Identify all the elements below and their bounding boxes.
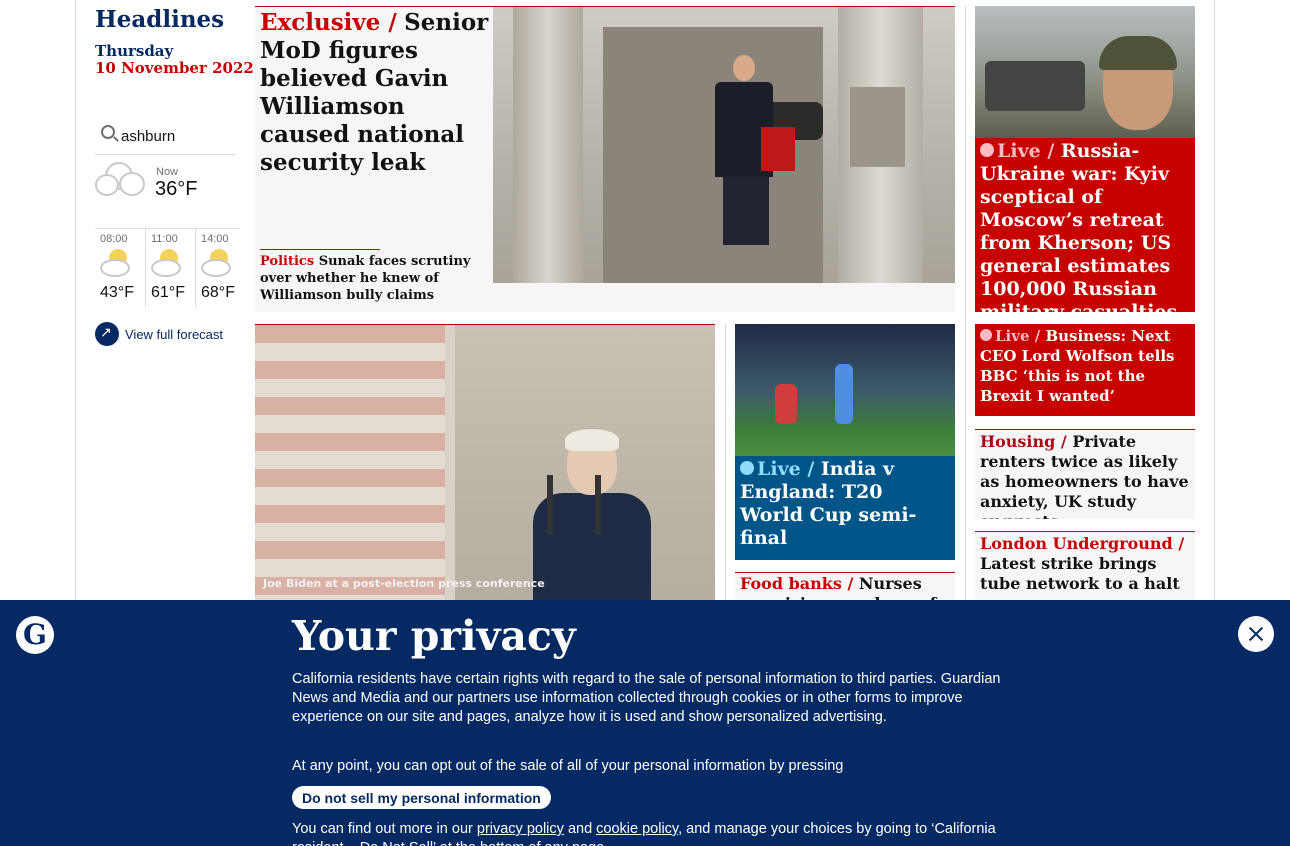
forecast-temperature: 68°F <box>201 284 235 301</box>
location-input[interactable] <box>121 125 231 147</box>
now-label: Now <box>156 166 179 178</box>
business-headline-block: Live / Business: Next CEO Lord Wolfson t… <box>980 326 1192 406</box>
cricket-live-card[interactable]: Live / India v England: T20 World Cup se… <box>735 324 955 560</box>
privacy-banner: G Your privacy California residents have… <box>0 600 1290 846</box>
sublink-divider <box>260 249 380 250</box>
live-kicker: Live / <box>997 140 1055 162</box>
cricket-headline-block: Live / India v England: T20 World Cup se… <box>740 458 950 550</box>
russia-headline-block: Live / Russia-Ukraine war: Kyiv sceptica… <box>980 140 1190 312</box>
policy-paragraph: You can find out more in our privacy pol… <box>292 820 1002 846</box>
privacy-paragraph: California residents have certain rights… <box>292 671 1001 725</box>
privacy-title: Your privacy <box>292 612 576 660</box>
forecast-link-label: View full forecast <box>125 326 224 342</box>
policy-text: You can find out more in our <box>292 821 473 837</box>
russia-headline: Russia-Ukraine war: Kyiv sceptical of Mo… <box>980 140 1178 312</box>
forecast-temperature: 43°F <box>100 284 134 301</box>
tube-headline: Latest strike brings tube network to a h… <box>980 554 1180 593</box>
live-kicker: Live / <box>757 458 815 480</box>
housing-card[interactable]: Housing / Private renters twice as likel… <box>975 429 1195 519</box>
headlines-title: Headlines <box>95 6 225 33</box>
opt-out-paragraph: At any point, you can opt out of the sal… <box>292 758 844 774</box>
tube-kicker: London Underground / <box>980 534 1185 553</box>
hourly-forecast: 08:00 43°F 11:00 61°F 14:00 68°F <box>95 228 243 307</box>
date-full: 10 November 2022 <box>95 59 254 77</box>
tube-headline-block: London Underground / Latest strike bring… <box>980 534 1192 594</box>
policy-and: and <box>567 821 593 837</box>
view-full-forecast-link[interactable]: View full forecast <box>95 321 223 347</box>
housing-kicker: Housing / <box>980 432 1067 451</box>
column-divider <box>725 324 726 614</box>
location-search[interactable] <box>95 121 235 155</box>
lead-kicker: Exclusive / <box>260 9 397 36</box>
image-caption: Joe Biden at a post-election press confe… <box>263 577 545 590</box>
lead-story-image <box>493 7 955 283</box>
food-banks-kicker: Food banks / <box>740 574 854 593</box>
forecast-temperature: 61°F <box>151 284 185 301</box>
forecast-hour: 11:00 61°F <box>145 229 193 307</box>
guardian-logo-icon: G <box>16 616 54 654</box>
forecast-hour: 14:00 68°F <box>195 229 243 307</box>
search-icon <box>101 125 115 139</box>
column-divider <box>965 6 966 616</box>
russia-ukraine-live-card[interactable]: Live / Russia-Ukraine war: Kyiv sceptica… <box>975 6 1195 312</box>
live-pulse-icon <box>980 143 994 157</box>
live-pulse-icon <box>740 461 754 475</box>
lead-sublink[interactable]: Politics Sunak faces scrutiny over wheth… <box>260 253 485 304</box>
external-link-icon <box>95 322 119 346</box>
forecast-hour: 08:00 43°F <box>95 229 143 307</box>
privacy-policy-link[interactable]: privacy policy <box>477 821 564 837</box>
forecast-time: 11:00 <box>151 233 178 245</box>
housing-headline-block: Housing / Private renters twice as likel… <box>980 432 1192 519</box>
date-day: Thursday <box>95 42 174 60</box>
live-kicker: Live / <box>995 327 1041 345</box>
lead-headline-block: Exclusive / Senior MoD figures believed … <box>260 9 490 177</box>
tube-strike-card[interactable]: London Underground / Latest strike bring… <box>975 531 1195 611</box>
close-icon[interactable] <box>1238 616 1274 652</box>
biden-story-card[interactable]: Joe Biden at a post-election press confe… <box>255 324 715 614</box>
do-not-sell-button[interactable]: Do not sell my personal information <box>292 786 551 809</box>
cricket-image <box>735 324 955 456</box>
live-pulse-icon <box>980 329 992 341</box>
now-temperature: 36°F <box>155 178 198 200</box>
forecast-time: 08:00 <box>100 233 128 245</box>
russia-story-image <box>975 6 1195 138</box>
flag-backdrop <box>255 325 445 614</box>
cloudy-icon <box>95 158 147 202</box>
forecast-time: 14:00 <box>201 233 229 245</box>
business-live-card[interactable]: Live / Business: Next CEO Lord Wolfson t… <box>975 324 1195 416</box>
sublink-kicker: Politics <box>260 254 315 269</box>
cookie-policy-link[interactable]: cookie policy <box>596 821 678 837</box>
